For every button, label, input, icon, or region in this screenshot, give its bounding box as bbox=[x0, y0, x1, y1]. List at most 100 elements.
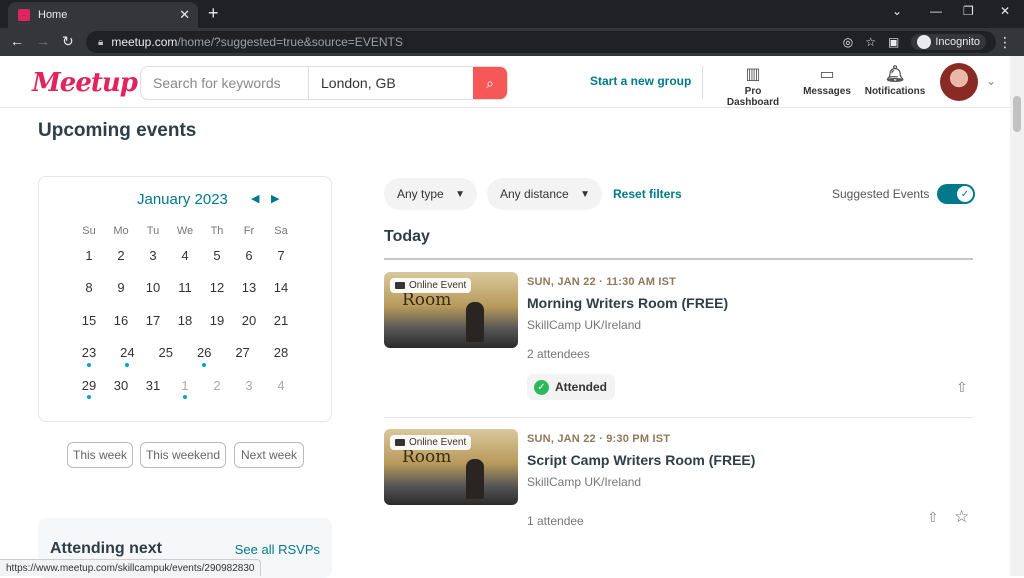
suggested-events-toggle[interactable]: ✓ bbox=[937, 184, 975, 204]
calendar-day[interactable]: 3 bbox=[235, 371, 263, 399]
calendar-day[interactable]: 31 bbox=[139, 371, 167, 399]
calendar-day[interactable]: 1 bbox=[75, 241, 103, 269]
calendar-day[interactable]: 23 bbox=[75, 339, 103, 367]
keyword-search-input[interactable]: Search for keywords bbox=[141, 67, 309, 99]
avatar[interactable] bbox=[940, 63, 978, 101]
browser-tab[interactable]: Home ✕ bbox=[8, 2, 198, 28]
page-scrollbar[interactable] bbox=[1010, 56, 1024, 576]
side-panel-icon[interactable]: ▣ bbox=[888, 35, 899, 49]
notifications-nav[interactable]: 🔔︎ Notifications bbox=[864, 64, 926, 97]
location-input[interactable]: London, GB bbox=[309, 67, 473, 99]
section-divider bbox=[384, 258, 973, 260]
online-event-label: Online Event bbox=[409, 437, 467, 448]
distance-filter-label: Any distance bbox=[500, 187, 569, 201]
type-filter-label: Any type bbox=[397, 187, 444, 201]
calendar-day[interactable]: 10 bbox=[139, 274, 167, 302]
meetup-logo[interactable]: Meetup bbox=[32, 68, 138, 98]
calendar-day[interactable]: 28 bbox=[267, 339, 295, 367]
calendar-day[interactable]: 11 bbox=[171, 274, 199, 302]
calendar-day[interactable]: 27 bbox=[229, 339, 257, 367]
attended-label: Attended bbox=[555, 380, 607, 394]
calendar-day[interactable]: 1 bbox=[171, 371, 199, 400]
address-bar[interactable]: 🔒︎ meetup.com /home/?suggested=true&sour… bbox=[86, 31, 996, 53]
minimize-icon[interactable]: — bbox=[930, 4, 942, 18]
share-icon[interactable]: ⇧ bbox=[927, 509, 939, 526]
calendar-day[interactable]: 20 bbox=[235, 306, 263, 334]
calendar-week: 8 9 10 11 12 13 14 bbox=[75, 272, 295, 305]
calendar-day-number: 9 bbox=[117, 280, 125, 296]
restore-icon[interactable]: ❐ bbox=[963, 4, 974, 18]
bookmark-star-icon[interactable]: ☆ bbox=[865, 35, 876, 49]
reload-icon[interactable]: ↻ bbox=[62, 33, 74, 50]
distance-filter-dropdown[interactable]: Any distance ▼ bbox=[487, 178, 602, 210]
event-dot-indicator bbox=[125, 362, 130, 367]
next-week-button[interactable]: Next week bbox=[234, 442, 304, 468]
save-star-icon[interactable]: ☆ bbox=[954, 507, 969, 527]
calendar-day[interactable]: 21 bbox=[267, 306, 295, 334]
calendar-day[interactable]: 4 bbox=[171, 241, 199, 269]
event-card[interactable]: Room Online Event SUN, JAN 22 · 9:30 PM … bbox=[384, 429, 973, 539]
suggested-events-label: Suggested Events bbox=[832, 187, 930, 201]
calendar-day[interactable]: 16 bbox=[107, 306, 135, 334]
search-button[interactable]: ⌕ bbox=[473, 67, 507, 99]
event-card[interactable]: Room Online Event SUN, JAN 22 · 11:30 AM… bbox=[384, 272, 973, 412]
calendar-day[interactable]: 12 bbox=[203, 274, 231, 302]
pro-dashboard-nav[interactable]: ▥ Pro Dashboard bbox=[718, 64, 788, 108]
incognito-badge[interactable]: Incognito bbox=[911, 34, 986, 50]
calendar-day[interactable]: 18 bbox=[171, 306, 199, 334]
new-tab-icon[interactable]: + bbox=[208, 3, 219, 24]
window-close-icon[interactable]: ✕ bbox=[1000, 4, 1010, 18]
chevron-down-icon[interactable]: ⌄ bbox=[986, 74, 996, 88]
event-date: SUN, JAN 22 · 11:30 AM IST bbox=[527, 276, 677, 288]
tab-close-icon[interactable]: ✕ bbox=[179, 7, 190, 23]
this-weekend-button[interactable]: This weekend bbox=[140, 442, 226, 468]
event-title[interactable]: Script Camp Writers Room (FREE) bbox=[527, 452, 755, 468]
next-month-icon[interactable]: ▶ bbox=[271, 192, 279, 205]
reset-filters-link[interactable]: Reset filters bbox=[613, 187, 682, 201]
messages-nav[interactable]: ▭ Messages bbox=[800, 64, 854, 97]
forward-icon[interactable]: → bbox=[36, 33, 50, 49]
event-dot-indicator bbox=[87, 395, 91, 400]
calendar-day[interactable]: 26 bbox=[190, 339, 218, 367]
thumbnail-figure bbox=[466, 302, 484, 342]
prev-month-icon[interactable]: ◀ bbox=[251, 192, 259, 205]
calendar-day[interactable]: 5 bbox=[203, 241, 231, 269]
see-all-rsvps-link[interactable]: See all RSVPs bbox=[235, 542, 320, 557]
event-title[interactable]: Morning Writers Room (FREE) bbox=[527, 295, 728, 311]
calendar-day[interactable]: 30 bbox=[107, 371, 135, 399]
video-camera-icon bbox=[395, 282, 405, 289]
calendar-day[interactable]: 2 bbox=[107, 241, 135, 269]
check-icon: ✓ bbox=[957, 186, 973, 202]
calendar-day[interactable]: 7 bbox=[267, 241, 295, 269]
calendar-day[interactable]: 3 bbox=[139, 241, 167, 269]
event-dot-indicator bbox=[183, 395, 187, 400]
calendar-day[interactable]: 2 bbox=[203, 371, 231, 399]
calendar-day[interactable]: 29 bbox=[75, 371, 103, 400]
eye-off-icon[interactable]: ◎ bbox=[843, 35, 853, 49]
back-icon[interactable]: ← bbox=[10, 33, 24, 49]
tab-search-icon[interactable]: ⌄ bbox=[892, 4, 902, 18]
calendar-day[interactable]: 25 bbox=[152, 339, 180, 367]
calendar-day[interactable]: 14 bbox=[267, 274, 295, 302]
calendar-day[interactable]: 13 bbox=[235, 274, 263, 302]
calendar-day[interactable]: 6 bbox=[235, 241, 263, 269]
calendar-day[interactable]: 9 bbox=[107, 274, 135, 302]
event-thumbnail[interactable]: Room Online Event bbox=[384, 429, 518, 505]
calendar-day[interactable]: 4 bbox=[267, 371, 295, 399]
event-thumbnail[interactable]: Room Online Event bbox=[384, 272, 518, 348]
share-icon[interactable]: ⇧ bbox=[956, 379, 968, 396]
calendar-day[interactable]: 17 bbox=[139, 306, 167, 334]
type-filter-dropdown[interactable]: Any type ▼ bbox=[384, 178, 477, 210]
chat-bubble-icon: ▭ bbox=[819, 66, 835, 83]
calendar-day[interactable]: 15 bbox=[75, 306, 103, 334]
url-path: /home/?suggested=true&source=EVENTS bbox=[177, 35, 403, 49]
day-of-week-label: Su bbox=[82, 225, 96, 237]
browser-tab-bar: Home ✕ + ⌄ — ❐ ✕ bbox=[0, 0, 1024, 28]
calendar-day[interactable]: 19 bbox=[203, 306, 231, 334]
this-week-button[interactable]: This week bbox=[67, 442, 133, 468]
calendar-day[interactable]: 24 bbox=[113, 339, 141, 367]
start-group-link[interactable]: Start a new group bbox=[590, 74, 691, 88]
browser-menu-icon[interactable]: ⋮ bbox=[998, 34, 1012, 51]
calendar-day[interactable]: 8 bbox=[75, 274, 103, 302]
scrollbar-thumb[interactable] bbox=[1013, 96, 1021, 132]
